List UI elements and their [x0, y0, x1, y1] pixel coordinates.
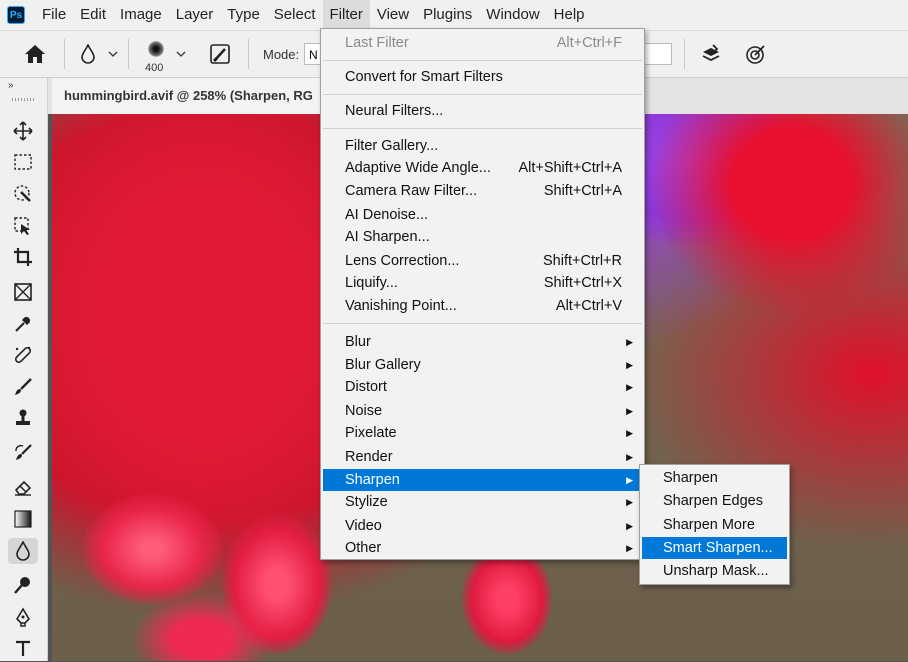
submenu-item-smart-sharpen[interactable]: Smart Sharpen...	[642, 537, 787, 559]
submenu-arrow-icon: ▶	[626, 521, 633, 531]
menu-item-convert-smart-filters[interactable]: Convert for Smart Filters	[323, 66, 642, 88]
menu-item-filter-gallery[interactable]: Filter Gallery...	[323, 135, 642, 157]
blur-tool-icon[interactable]	[8, 538, 38, 564]
history-brush-tool-icon[interactable]	[8, 440, 38, 466]
menu-item-vanishing-point[interactable]: Vanishing Point... Alt+Ctrl+V	[323, 295, 642, 317]
submenu-item-sharpen-more[interactable]: Sharpen More	[642, 514, 787, 536]
menu-item-adaptive-wide-angle[interactable]: Adaptive Wide Angle... Alt+Shift+Ctrl+A	[323, 157, 642, 179]
submenu-item-sharpen-edges[interactable]: Sharpen Edges	[642, 490, 787, 512]
menu-plugins[interactable]: Plugins	[416, 0, 479, 30]
rectangular-marquee-tool-icon[interactable]	[8, 149, 38, 175]
toolbar-grip[interactable]	[12, 98, 36, 101]
submenu-arrow-icon: ▶	[626, 382, 633, 392]
menu-item-other[interactable]: Other ▶	[323, 537, 642, 559]
tools-panel: »	[0, 78, 48, 661]
gradient-tool-icon[interactable]	[8, 506, 38, 532]
filter-menu: Last Filter Alt+Ctrl+F Convert for Smart …	[320, 28, 645, 560]
submenu-arrow-icon: ▶	[626, 337, 633, 347]
crop-tool-icon[interactable]	[8, 244, 38, 270]
clone-stamp-tool-icon[interactable]	[8, 405, 38, 431]
menu-item-stylize[interactable]: Stylize ▶	[323, 491, 642, 513]
menu-item-liquify[interactable]: Liquify... Shift+Ctrl+X	[323, 272, 642, 294]
brush-settings-icon[interactable]	[204, 31, 236, 77]
submenu-arrow-icon: ▶	[626, 497, 633, 507]
chevron-down-icon[interactable]	[174, 31, 188, 77]
menu-view[interactable]: View	[370, 0, 416, 30]
menu-item-ai-denoise[interactable]: AI Denoise...	[323, 204, 642, 226]
photoshop-logo-icon: Ps	[7, 6, 25, 24]
menu-edit[interactable]: Edit	[73, 0, 113, 30]
menu-filter[interactable]: Filter	[322, 0, 370, 30]
brush-size-value: 400	[145, 62, 164, 74]
submenu-arrow-icon: ▶	[626, 406, 633, 416]
menu-item-last-filter: Last Filter Alt+Ctrl+F	[345, 35, 622, 51]
object-selection-tool-icon[interactable]	[8, 181, 38, 207]
menu-item-blur-gallery[interactable]: Blur Gallery ▶	[323, 354, 642, 376]
mode-label: Mode:	[263, 47, 300, 62]
brush-tool-icon[interactable]	[8, 374, 38, 400]
menu-item-noise[interactable]: Noise ▶	[323, 400, 642, 422]
pen-tool-icon[interactable]	[8, 604, 38, 630]
submenu-arrow-icon: ▶	[626, 475, 633, 485]
menu-item-sharpen[interactable]: Sharpen ▶	[323, 469, 642, 491]
menu-layer[interactable]: Layer	[169, 0, 221, 30]
menu-file[interactable]: File	[35, 0, 73, 30]
menu-item-blur[interactable]: Blur ▶	[323, 331, 642, 353]
submenu-arrow-icon: ▶	[626, 360, 633, 370]
submenu-item-unsharp-mask[interactable]: Unsharp Mask...	[642, 560, 787, 582]
home-icon[interactable]	[20, 31, 50, 77]
sharpen-submenu: Sharpen Sharpen Edges Sharpen More Smart…	[639, 464, 790, 585]
type-tool-icon[interactable]	[8, 636, 38, 662]
menu-window[interactable]: Window	[479, 0, 546, 30]
pressure-target-icon[interactable]	[740, 31, 772, 77]
collapse-toolbar-icon[interactable]: »	[8, 80, 14, 91]
submenu-arrow-icon: ▶	[626, 428, 633, 438]
chevron-down-icon[interactable]	[106, 31, 120, 77]
menu-item-pixelate[interactable]: Pixelate ▶	[323, 422, 642, 444]
blur-drop-icon[interactable]	[75, 31, 101, 77]
submenu-item-sharpen[interactable]: Sharpen	[642, 467, 787, 489]
menu-item-render[interactable]: Render ▶	[323, 446, 642, 468]
frame-tool-icon[interactable]	[8, 279, 38, 305]
menu-image[interactable]: Image	[113, 0, 169, 30]
menu-item-camera-raw-filter[interactable]: Camera Raw Filter... Shift+Ctrl+A	[323, 180, 642, 202]
menu-item-distort[interactable]: Distort ▶	[323, 376, 642, 398]
dodge-tool-icon[interactable]	[8, 572, 38, 598]
menu-help[interactable]: Help	[547, 0, 592, 30]
menu-type[interactable]: Type	[220, 0, 267, 30]
menu-item-lens-correction[interactable]: Lens Correction... Shift+Ctrl+R	[323, 250, 642, 272]
submenu-arrow-icon: ▶	[626, 452, 633, 462]
spot-healing-brush-tool-icon[interactable]	[8, 342, 38, 368]
move-tool-icon[interactable]	[8, 118, 38, 144]
submenu-arrow-icon: ▶	[626, 543, 633, 553]
eyedropper-tool-icon[interactable]	[8, 311, 38, 337]
menu-bar: Ps File Edit Image Layer Type Select Fil…	[0, 0, 908, 30]
menu-item-ai-sharpen[interactable]: AI Sharpen...	[323, 226, 642, 248]
eraser-tool-icon[interactable]	[8, 474, 38, 500]
menu-item-video[interactable]: Video ▶	[323, 515, 642, 537]
object-finder-tool-icon[interactable]	[8, 213, 38, 239]
menu-item-neural-filters[interactable]: Neural Filters...	[323, 100, 642, 122]
sample-all-layers-icon[interactable]	[695, 31, 727, 77]
menu-select[interactable]: Select	[267, 0, 323, 30]
